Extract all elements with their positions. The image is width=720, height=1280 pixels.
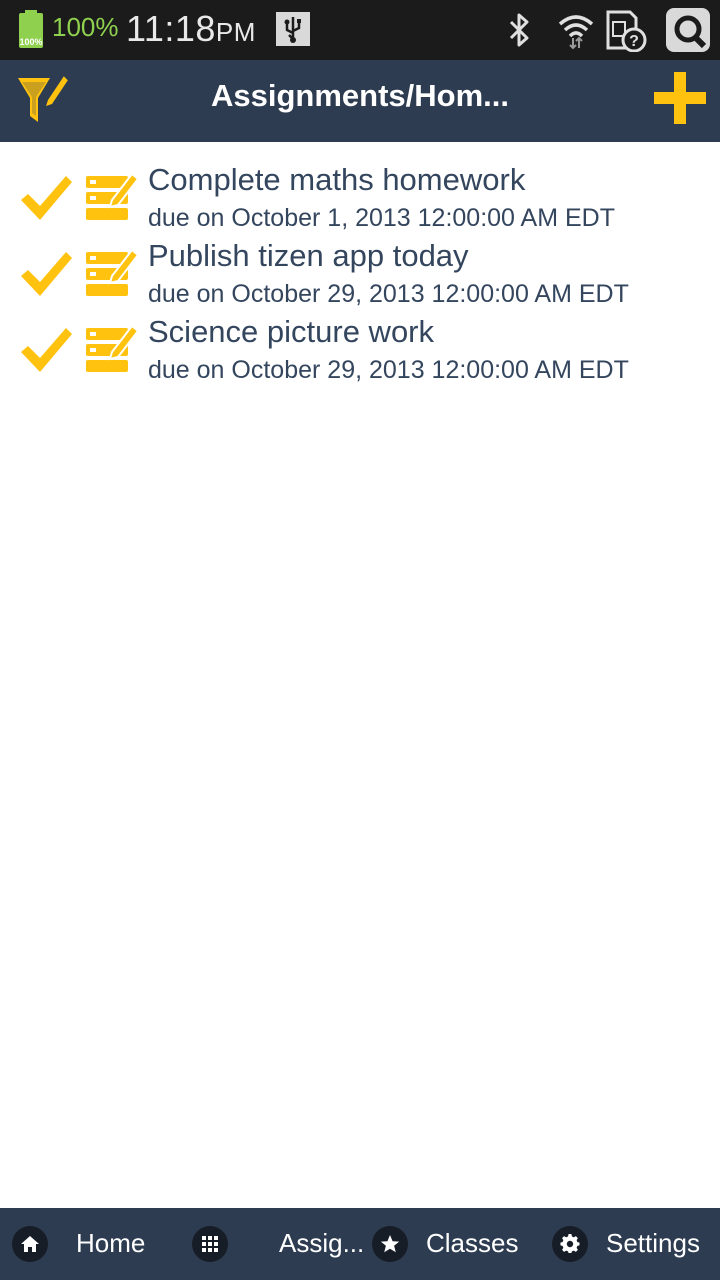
nav-assignments[interactable]: Assig... xyxy=(180,1208,370,1280)
home-icon xyxy=(12,1226,48,1262)
nav-assignments-label: Assig... xyxy=(279,1228,365,1258)
status-bar: 100% 100% 11:18PM ? xyxy=(0,0,720,60)
nav-settings-label: Settings xyxy=(606,1228,700,1258)
bottom-nav: Home Assig... Classes Settings xyxy=(0,1208,720,1280)
usb-icon xyxy=(276,12,310,46)
assignment-item[interactable]: Complete maths homework due on October 1… xyxy=(0,160,720,236)
assignment-due: due on October 29, 2013 12:00:00 AM EDT xyxy=(148,280,629,308)
plus-icon[interactable] xyxy=(652,70,708,126)
assignment-due: due on October 1, 2013 12:00:00 AM EDT xyxy=(148,204,615,232)
checkmark-icon[interactable] xyxy=(18,172,74,224)
assignment-item[interactable]: Publish tizen app today due on October 2… xyxy=(0,236,720,312)
nav-home[interactable]: Home xyxy=(0,1208,180,1280)
clock-ampm: PM xyxy=(215,17,256,47)
nav-classes-label: Classes xyxy=(426,1228,519,1258)
task-edit-icon xyxy=(86,324,140,372)
bluetooth-icon xyxy=(509,13,529,47)
clock-time: 11:18 xyxy=(126,8,216,49)
sim-card-icon: ? xyxy=(606,10,647,52)
search-icon xyxy=(666,8,710,52)
task-edit-icon xyxy=(86,172,140,220)
assignment-title: Publish tizen app today xyxy=(148,238,469,273)
grid-icon xyxy=(192,1226,228,1262)
clock: 11:18PM xyxy=(126,8,256,50)
wifi-icon xyxy=(558,15,594,50)
task-edit-icon xyxy=(86,248,140,296)
assignment-due: due on October 29, 2013 12:00:00 AM EDT xyxy=(148,356,629,384)
assignment-list: Complete maths homework due on October 1… xyxy=(0,160,720,388)
svg-text:?: ? xyxy=(629,33,639,50)
assignment-item[interactable]: Science picture work due on October 29, … xyxy=(0,312,720,388)
app-header: Assignments/Hom... xyxy=(0,60,720,142)
checkmark-icon[interactable] xyxy=(18,324,74,376)
nav-settings[interactable]: Settings xyxy=(540,1208,720,1280)
filter-icon[interactable] xyxy=(14,70,70,130)
nav-classes[interactable]: Classes xyxy=(370,1208,540,1280)
page-title: Assignments/Hom... xyxy=(211,78,509,113)
checkmark-icon[interactable] xyxy=(18,248,74,300)
star-icon xyxy=(372,1226,408,1262)
battery-icon: 100% xyxy=(19,10,43,48)
battery-percent: 100% xyxy=(52,12,119,42)
gear-icon xyxy=(552,1226,588,1262)
assignment-title: Science picture work xyxy=(148,314,435,349)
assignment-title: Complete maths homework xyxy=(148,162,526,197)
battery-badge: 100% xyxy=(19,37,42,47)
nav-home-label: Home xyxy=(76,1228,146,1258)
